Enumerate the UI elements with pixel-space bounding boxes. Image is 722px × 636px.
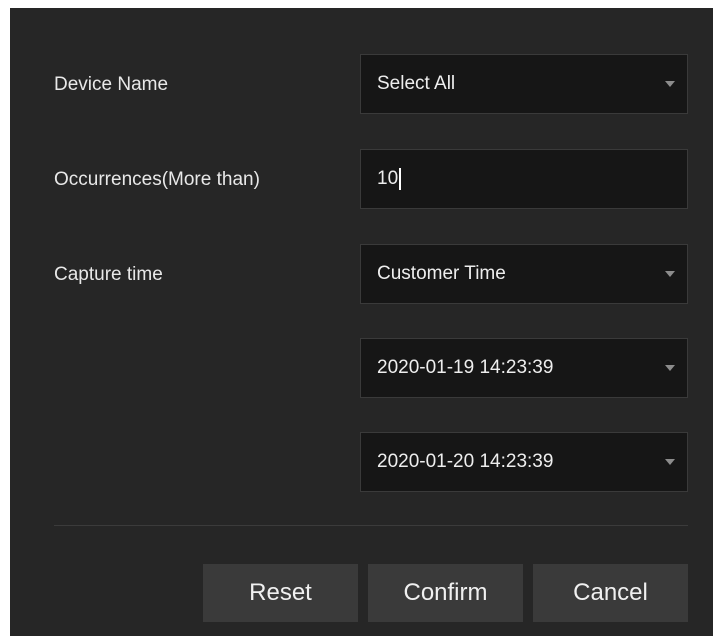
text-cursor xyxy=(399,167,402,190)
cancel-button[interactable]: Cancel xyxy=(533,564,688,622)
end-time-select[interactable]: 2020-01-20 14:23:39 xyxy=(360,432,688,492)
device-name-label: Device Name xyxy=(54,74,169,95)
occurrences-input[interactable]: 10 xyxy=(360,149,688,209)
capture-time-mode-select[interactable]: Customer Time xyxy=(360,244,688,304)
device-name-value: Select All xyxy=(377,73,456,94)
chevron-down-icon[interactable] xyxy=(653,339,687,397)
capture-time-mode-value: Customer Time xyxy=(377,263,506,284)
confirm-button[interactable]: Confirm xyxy=(368,564,523,622)
chevron-down-icon[interactable] xyxy=(653,245,687,303)
start-time-select[interactable]: 2020-01-19 14:23:39 xyxy=(360,338,688,398)
reset-button[interactable]: Reset xyxy=(203,564,358,622)
chevron-down-icon[interactable] xyxy=(653,55,687,113)
start-time-value: 2020-01-19 14:23:39 xyxy=(377,357,554,378)
end-time-value: 2020-01-20 14:23:39 xyxy=(377,451,554,472)
chevron-down-icon[interactable] xyxy=(653,433,687,491)
capture-time-label: Capture time xyxy=(54,264,163,285)
device-name-select[interactable]: Select All xyxy=(360,54,688,114)
divider xyxy=(54,525,688,526)
occurrences-value: 10 xyxy=(377,168,399,189)
filter-dialog: Device Name Select All Occurrences(More … xyxy=(10,8,713,636)
occurrences-label: Occurrences(More than) xyxy=(54,169,260,190)
